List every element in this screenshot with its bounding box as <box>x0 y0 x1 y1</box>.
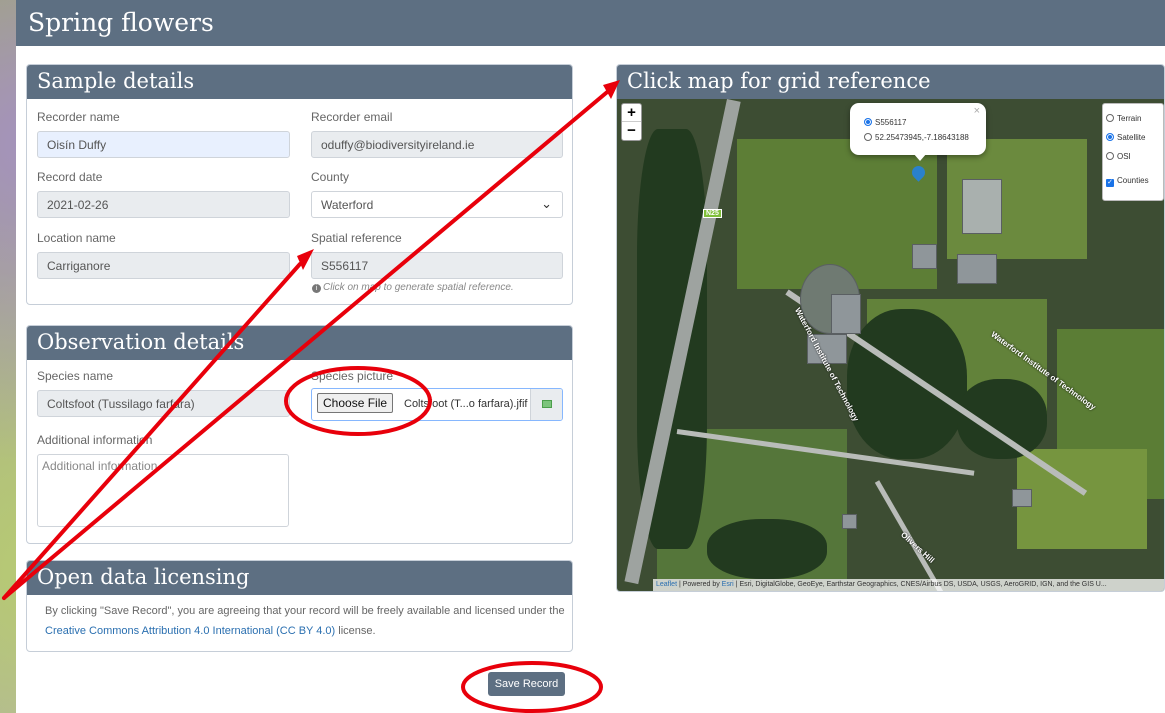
location-name-field[interactable]: Carriganore <box>37 252 290 279</box>
spatial-reference-field[interactable]: S556117 <box>311 252 563 279</box>
zoom-in-button[interactable]: + <box>622 104 641 122</box>
map-popup: × S556117 52.25473945,-7.18643188 <box>850 103 986 161</box>
map-building <box>1012 489 1032 507</box>
zoom-out-button[interactable]: − <box>622 122 641 140</box>
checkbox-icon: ✓ <box>1106 179 1114 187</box>
info-icon: i <box>312 284 321 293</box>
radio-icon <box>1106 114 1114 122</box>
layer-counties-label: Counties <box>1117 176 1149 185</box>
radio-icon <box>864 118 872 126</box>
record-date-field[interactable]: 2021-02-26 <box>37 191 290 218</box>
map-title: Click map for grid reference <box>627 69 931 93</box>
map-building <box>842 514 857 529</box>
layer-osi[interactable]: OSI <box>1106 152 1131 161</box>
popup-option-latlon-label: 52.25473945,-7.18643188 <box>875 133 969 142</box>
additional-info-textarea[interactable]: Additional information <box>37 454 289 527</box>
attribution-rest: | Esri, DigitalGlobe, GeoEye, Earthstar … <box>735 581 1107 588</box>
popup-option-latlon[interactable]: 52.25473945,-7.18643188 <box>864 133 969 142</box>
layer-satellite[interactable]: Satellite <box>1106 133 1145 142</box>
layers-control: Terrain Satellite OSI ✓ Counties <box>1102 103 1164 201</box>
map-building <box>962 179 1002 234</box>
licensing-text-before: By clicking "Save Record", you are agree… <box>45 605 565 617</box>
map-building <box>912 244 937 269</box>
attribution-powered: | Powered by <box>678 581 720 588</box>
road-label: Olivers Hill <box>898 530 937 565</box>
species-picture-filename: Coltsfoot (T...o farfara).jfif <box>404 398 528 410</box>
sample-details-header: Sample details <box>27 65 572 99</box>
recorder-email-field[interactable]: oduffy@biodiversityireland.ie <box>311 131 563 158</box>
observation-details-panel: Observation details Species name Coltsfo… <box>26 325 573 544</box>
popup-option-grid-label: S556117 <box>875 118 907 127</box>
leaflet-link[interactable]: Leaflet <box>656 581 677 588</box>
chevron-down-icon: ⌄ <box>541 196 552 211</box>
layer-counties[interactable]: ✓ Counties <box>1106 176 1149 187</box>
sample-details-title: Sample details <box>37 69 195 93</box>
layer-terrain[interactable]: Terrain <box>1106 114 1141 123</box>
species-picture-label: Species picture <box>311 369 394 383</box>
spatial-reference-hint: i Click on map to generate spatial refere… <box>312 282 514 293</box>
spatial-reference-label: Spatial reference <box>311 231 402 245</box>
radio-icon <box>1106 152 1114 160</box>
satellite-map[interactable]: N25 Waterford Institute of Technology Wa… <box>617 99 1164 591</box>
choose-file-button[interactable]: Choose File <box>317 393 394 413</box>
zoom-control: + − <box>621 103 642 141</box>
map-panel: Click map for grid reference N25 Waterfo… <box>616 64 1165 592</box>
licensing-text-after: license. <box>338 625 376 637</box>
map-header: Click map for grid reference <box>617 65 1164 99</box>
record-date-label: Record date <box>37 170 103 184</box>
layer-satellite-label: Satellite <box>1117 133 1146 142</box>
map-trees <box>847 309 967 459</box>
page-title: Spring flowers <box>28 8 214 37</box>
layer-osi-label: OSI <box>1117 152 1131 161</box>
sample-details-panel: Sample details Recorder name Oisín Duffy… <box>26 64 573 305</box>
radio-icon <box>1106 133 1114 141</box>
observation-details-header: Observation details <box>27 326 572 360</box>
map-building <box>831 294 861 334</box>
county-select[interactable]: Waterford ⌄ <box>311 191 563 218</box>
save-record-button[interactable]: Save Record <box>488 672 565 696</box>
licensing-text: By clicking "Save Record", you are agree… <box>45 601 565 641</box>
species-picture-input[interactable]: Choose File Coltsfoot (T...o farfara).jf… <box>311 388 563 421</box>
page: Spring flowers Sample details Recorder n… <box>16 0 1165 713</box>
popup-close-icon[interactable]: × <box>974 105 980 117</box>
additional-info-label: Additional information <box>37 433 153 447</box>
radio-icon <box>864 133 872 141</box>
image-icon[interactable] <box>530 389 562 420</box>
species-name-label: Species name <box>37 369 114 383</box>
observation-details-title: Observation details <box>37 330 245 354</box>
cc-by-license-link[interactable]: Creative Commons Attribution 4.0 Interna… <box>45 625 335 637</box>
species-name-field[interactable]: Coltsfoot (Tussilago farfara) <box>37 390 290 417</box>
layer-terrain-label: Terrain <box>1117 114 1142 123</box>
location-name-label: Location name <box>37 231 116 245</box>
esri-link[interactable]: Esri <box>722 581 734 588</box>
licensing-panel: Open data licensing By clicking "Save Re… <box>26 560 573 652</box>
road-shield: N25 <box>703 209 722 218</box>
spatial-reference-hint-text: Click on map to generate spatial referen… <box>323 282 514 293</box>
page-header: Spring flowers <box>16 0 1165 46</box>
licensing-title: Open data licensing <box>37 565 250 589</box>
county-label: County <box>311 170 350 184</box>
county-value: Waterford <box>321 198 374 212</box>
licensing-header: Open data licensing <box>27 561 572 595</box>
recorder-email-label: Recorder email <box>311 110 393 124</box>
map-attribution: Leaflet | Powered by Esri | Esri, Digita… <box>653 579 1164 591</box>
popup-option-grid[interactable]: S556117 <box>864 118 906 127</box>
map-road <box>874 480 955 591</box>
popup-tip <box>913 153 927 161</box>
map-trees <box>707 519 827 579</box>
recorder-name-label: Recorder name <box>37 110 120 124</box>
map-building <box>957 254 997 284</box>
recorder-name-field[interactable]: Oisín Duffy <box>37 131 290 158</box>
